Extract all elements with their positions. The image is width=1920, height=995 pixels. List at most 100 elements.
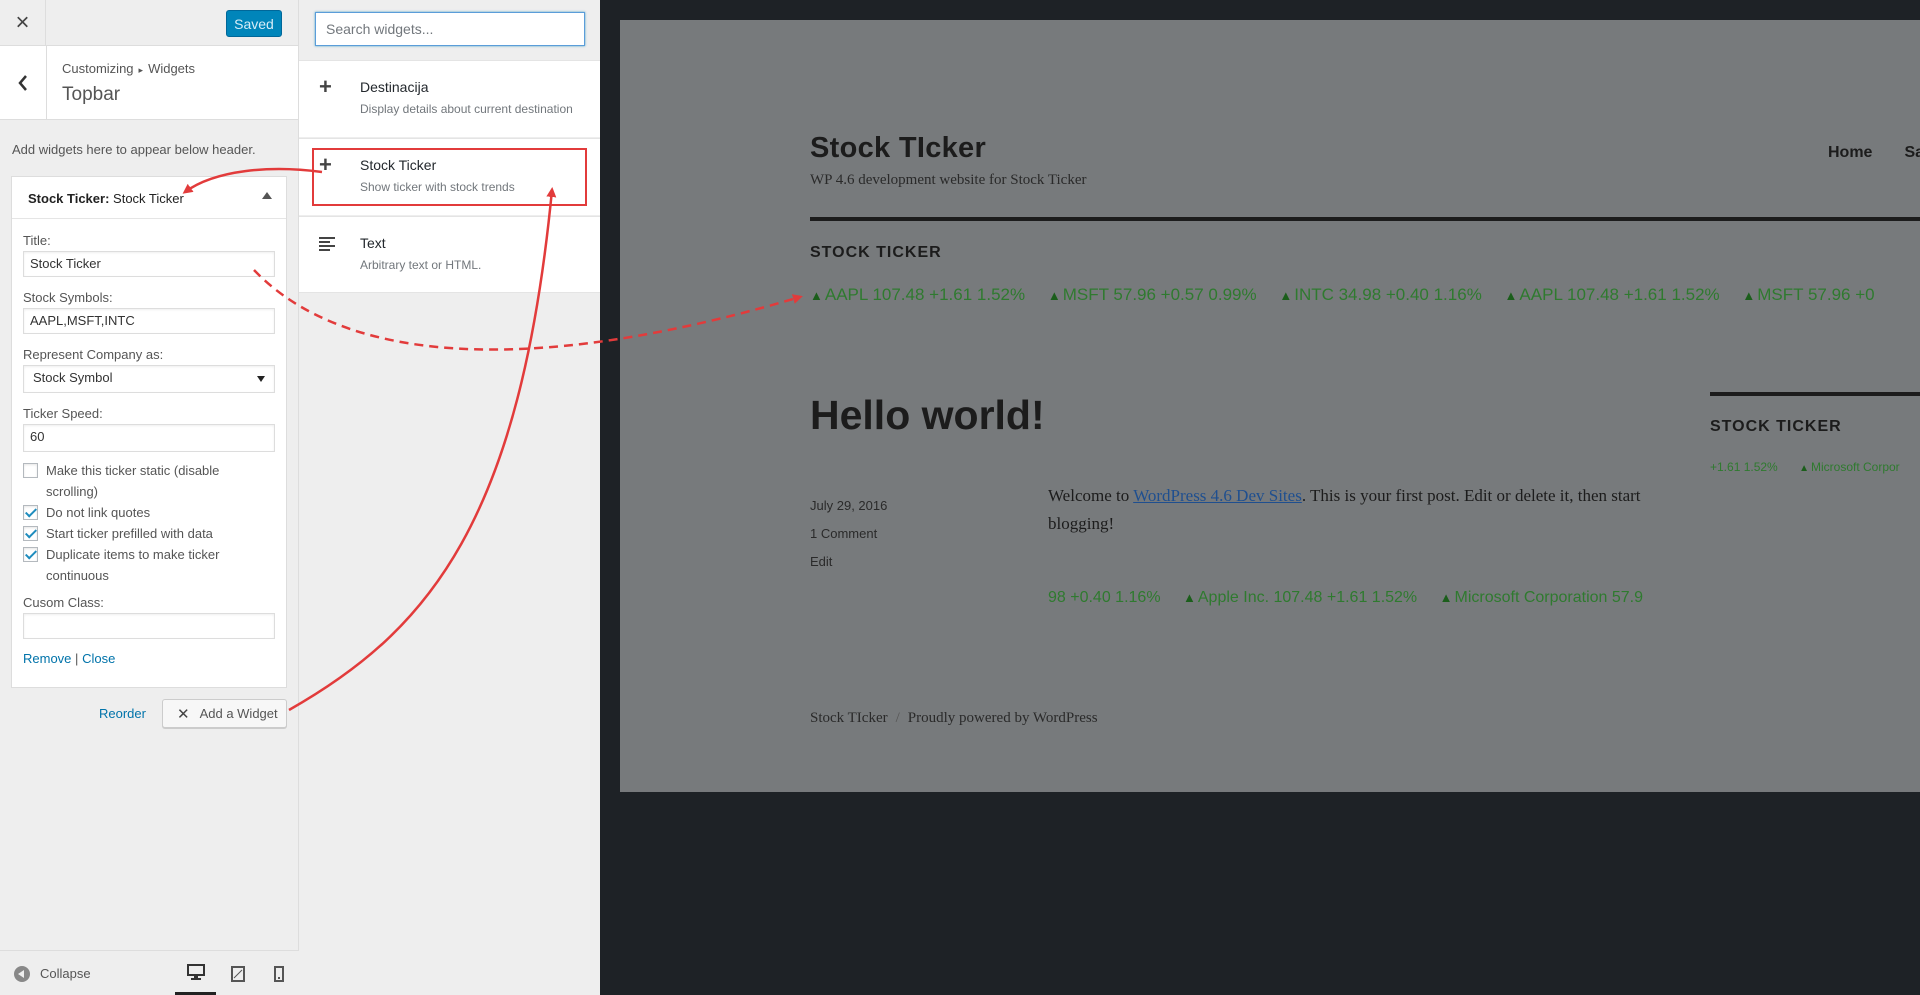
static-ticker-label: Make this ticker static (disable scrolli… <box>46 463 220 499</box>
saved-button[interactable]: Saved <box>226 10 282 37</box>
static-ticker-option[interactable]: Make this ticker static (disable scrolli… <box>23 460 275 502</box>
mobile-icon <box>273 965 284 982</box>
section-title: Topbar <box>62 84 121 105</box>
post-ticker-lead: 98 +0.40 1.16% <box>1048 589 1161 606</box>
ticker-item-text: MSFT 57.96 +0 <box>1757 285 1875 304</box>
widget-instance-name: Stock Ticker <box>113 191 184 206</box>
footer-powered-link[interactable]: Proudly powered by WordPress <box>908 710 1098 726</box>
arrow-up-icon: ▲ <box>1504 288 1518 303</box>
collapse-arrow-icon[interactable] <box>262 192 272 199</box>
no-link-checkbox[interactable] <box>23 505 38 520</box>
ticker-speed-input[interactable]: 60 <box>23 424 275 452</box>
site-tagline: WP 4.6 development website for Stock Tic… <box>810 172 1087 188</box>
widget-option-destinacija[interactable]: + Destinacija Display details about curr… <box>299 60 600 137</box>
stock-symbols-input[interactable]: AAPL,MSFT,INTC <box>23 308 275 334</box>
site-title[interactable]: Stock TIcker <box>810 132 986 165</box>
arrow-up-icon: ▲ <box>1742 288 1756 303</box>
represent-company-value: Stock Symbol <box>33 370 113 385</box>
breadcrumb-parent: Customizing <box>62 61 134 76</box>
widget-option-text[interactable]: Text Arbitrary text or HTML. <box>299 216 600 293</box>
tablet-icon <box>230 965 245 982</box>
represent-company-select[interactable]: Stock Symbol <box>23 365 275 393</box>
collapse-label[interactable]: Collapse <box>40 966 91 981</box>
close-link[interactable]: Close <box>82 651 115 666</box>
footer-site-link[interactable]: Stock TIcker <box>810 710 888 726</box>
post-ticker: 98 +0.40 1.16% ▲ Apple Inc. 107.48 +1.61 … <box>1048 589 1647 607</box>
topbar-ticker: ▲ AAPL 107.48 +1.61 1.52% ▲ MSFT 57.96 +0.… <box>810 285 1893 305</box>
ticker-item-text: MSFT 57.96 +0.57 0.99% <box>1062 285 1257 304</box>
ticker-item: ▲ Microsoft Corpor <box>1799 460 1900 474</box>
ticker-item-text: INTC 34.98 +0.40 1.16% <box>1294 285 1482 304</box>
widget-option-title: Destinacija <box>360 79 429 95</box>
post-content: Welcome to WordPress 4.6 Dev Sites. This… <box>1048 482 1648 538</box>
title-label: Title: <box>23 233 51 248</box>
represent-company-label: Represent Company as: <box>23 347 164 362</box>
prefilled-option[interactable]: Start ticker prefilled with data <box>23 523 275 544</box>
topbar-divider <box>810 217 1920 221</box>
ticker-item: ▲ MSFT 57.96 +0 <box>1742 285 1874 304</box>
sidebar-ticker: +1.61 1.52% ▲ Microsoft Corpor <box>1710 460 1900 474</box>
sidebar-divider <box>1710 392 1920 396</box>
post-edit[interactable]: Edit <box>810 554 832 569</box>
static-ticker-checkbox[interactable] <box>23 463 38 478</box>
remove-link[interactable]: Remove <box>23 651 71 666</box>
post-comments[interactable]: 1 Comment <box>810 526 877 541</box>
main-nav: Home Sa <box>1828 144 1920 162</box>
arrow-up-icon: ▲ <box>1047 288 1061 303</box>
collapse-arrow-circle-icon[interactable] <box>14 966 30 982</box>
chevron-left-icon <box>18 74 27 91</box>
arrow-up-icon: ▲ <box>1279 288 1293 303</box>
site-footer: Stock TIcker / Proudly powered by WordPres… <box>810 710 1098 727</box>
section-description: Add widgets here to appear below header. <box>12 142 256 157</box>
ticker-item: ▲ INTC 34.98 +0.40 1.16% <box>1279 285 1481 304</box>
post-date[interactable]: July 29, 2016 <box>810 498 887 513</box>
widget-form: Title: Stock Ticker Stock Symbols: AAPL,… <box>23 233 275 666</box>
sidebar-ticker-lead: +1.61 1.52% <box>1710 460 1778 474</box>
nav-sample[interactable]: Sa <box>1904 144 1920 161</box>
desktop-preview-button[interactable] <box>175 951 216 995</box>
stock-symbols-label: Stock Symbols: <box>23 290 113 305</box>
ticker-item: ▲ MSFT 57.96 +0.57 0.99% <box>1048 285 1257 304</box>
arrow-up-icon: ▲ <box>1799 463 1809 474</box>
ticker-item-text: AAPL 107.48 +1.61 1.52% <box>824 285 1026 304</box>
prefilled-label: Start ticker prefilled with data <box>46 526 213 541</box>
ticker-item-text: Microsoft Corporation 57.9 <box>1454 589 1644 606</box>
widget-option-description: Arbitrary text or HTML. <box>360 258 482 272</box>
breadcrumb: Customizing ▸ Widgets <box>62 61 195 76</box>
checkbox-group: Make this ticker static (disable scrolli… <box>23 460 275 586</box>
search-widgets-input[interactable]: Search widgets... <box>315 12 585 46</box>
customizer-panel: × Saved Customizing ▸ Widgets Topbar Add w… <box>0 0 299 995</box>
post-link[interactable]: WordPress 4.6 Dev Sites <box>1133 486 1302 505</box>
nav-home[interactable]: Home <box>1828 144 1872 161</box>
tablet-preview-button[interactable] <box>217 951 258 995</box>
footer-separator: / <box>895 710 900 726</box>
duplicate-checkbox[interactable] <box>23 547 38 562</box>
breadcrumb-arrow-icon: ▸ <box>138 65 144 75</box>
widget-header[interactable]: Stock Ticker: Stock Ticker <box>12 177 286 219</box>
ticker-item: ▲ AAPL 107.48 +1.61 1.52% <box>810 285 1025 304</box>
close-customizer-button[interactable]: × <box>0 0 46 46</box>
ticker-item: ▲ AAPL 107.48 +1.61 1.52% <box>1505 285 1720 304</box>
breadcrumb-child: Widgets <box>148 61 196 76</box>
mobile-preview-button[interactable] <box>258 951 299 995</box>
duplicate-option[interactable]: Duplicate items to make ticker continuou… <box>23 544 275 586</box>
widget-actions: Remove | Close <box>23 651 275 666</box>
title-input[interactable]: Stock Ticker <box>23 251 275 277</box>
ticker-item: ▲ Microsoft Corporation 57.9 <box>1440 589 1643 606</box>
no-link-option[interactable]: Do not link quotes <box>23 502 275 523</box>
ticker-item-text: Apple Inc. 107.48 +1.61 1.52% <box>1197 589 1418 606</box>
ticker-item-text: AAPL 107.48 +1.61 1.52% <box>1519 285 1720 304</box>
section-header: Customizing ▸ Widgets Topbar <box>0 46 298 120</box>
close-icon: × <box>15 9 30 36</box>
widget-option-description: Display details about current destinatio… <box>360 102 573 116</box>
prefilled-checkbox[interactable] <box>23 526 38 541</box>
link-separator: | <box>75 651 79 666</box>
custom-class-input[interactable] <box>23 613 275 639</box>
post-title[interactable]: Hello world! <box>810 392 1045 439</box>
add-widget-button[interactable]: ✕ Add a Widget <box>162 699 287 728</box>
reorder-link[interactable]: Reorder <box>99 706 146 721</box>
back-button[interactable] <box>0 46 47 119</box>
add-widget-label: Add a Widget <box>199 706 278 721</box>
widget-title: Stock Ticker: Stock Ticker <box>28 191 184 206</box>
post-text-before: Welcome to <box>1048 486 1134 505</box>
